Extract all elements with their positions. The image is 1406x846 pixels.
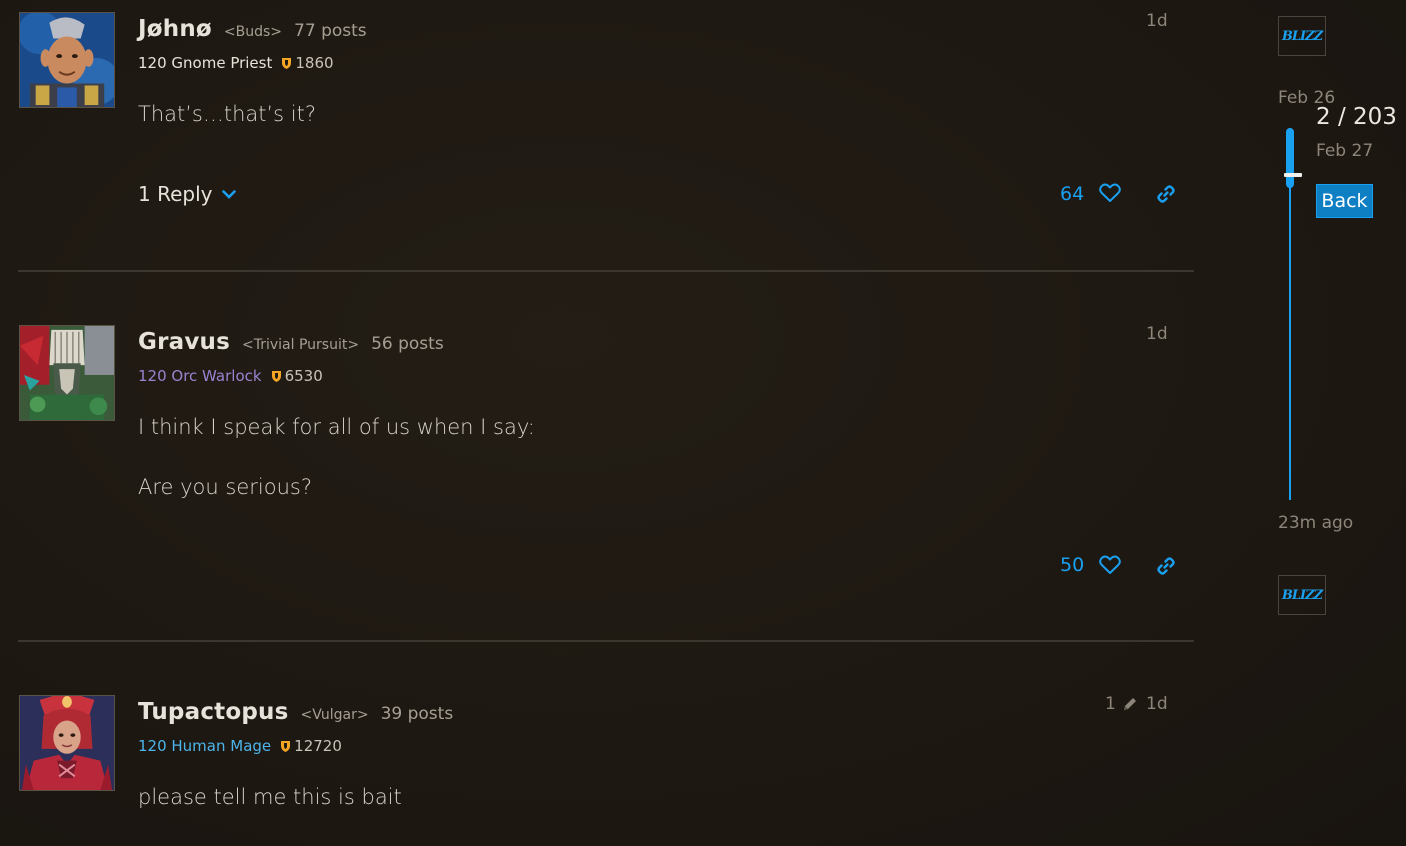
timeline-position-date: Feb 27 bbox=[1316, 141, 1374, 161]
character-info: 120 Human Mage 12720 bbox=[138, 737, 342, 755]
achievement-points: 6530 bbox=[284, 367, 323, 385]
post-divider bbox=[18, 640, 1194, 642]
guild-name: <Buds> bbox=[223, 24, 283, 40]
achievement-points: 12720 bbox=[294, 737, 342, 755]
character-info: 120 Gnome Priest 1860 bbox=[138, 54, 334, 72]
character-info: 120 Orc Warlock 6530 bbox=[138, 367, 323, 385]
post-count: 39 posts bbox=[380, 704, 454, 724]
poster-info: Jøhnø <Buds> 77 posts bbox=[138, 16, 367, 42]
edit-history-button[interactable]: 1 bbox=[1105, 694, 1138, 714]
avatar[interactable] bbox=[19, 695, 115, 791]
poster-info: Gravus <Trivial Pursuit> 56 posts bbox=[138, 329, 444, 355]
logo-text: BLIZZ bbox=[1281, 587, 1323, 603]
timeline-handle-marker bbox=[1284, 173, 1302, 177]
orc-warlock-avatar bbox=[20, 326, 114, 420]
username[interactable]: Jøhnø bbox=[138, 16, 212, 42]
avatar[interactable] bbox=[19, 12, 115, 108]
link-icon[interactable] bbox=[1156, 184, 1176, 204]
show-replies-button[interactable]: 1 Reply bbox=[138, 182, 237, 206]
post-body-line: I think I speak for all of us when I say… bbox=[138, 415, 535, 439]
post-date[interactable]: 1d bbox=[1146, 11, 1168, 31]
shield-icon bbox=[282, 57, 292, 69]
gnome-priest-avatar bbox=[20, 13, 114, 107]
character-class: 120 Orc Warlock bbox=[138, 367, 262, 385]
guild-name: <Trivial Pursuit> bbox=[242, 337, 360, 353]
post-divider bbox=[18, 270, 1194, 272]
post-count: 77 posts bbox=[294, 21, 367, 41]
blizzard-logo[interactable]: BLIZZ bbox=[1278, 16, 1326, 56]
username[interactable]: Tupactopus bbox=[138, 699, 288, 725]
post-body-line: please tell me this is bait bbox=[138, 785, 402, 809]
guild-name: <Vulgar> bbox=[300, 707, 369, 723]
timeline-end-date[interactable]: 23m ago bbox=[1278, 513, 1353, 533]
character-class: 120 Human Mage bbox=[138, 737, 272, 755]
timeline-position: 2 / 203 bbox=[1316, 104, 1397, 130]
username[interactable]: Gravus bbox=[138, 329, 230, 355]
pencil-icon bbox=[1123, 698, 1136, 710]
timeline-handle[interactable] bbox=[1286, 128, 1294, 188]
poster-info: Tupactopus <Vulgar> 39 posts bbox=[138, 699, 453, 725]
avatar[interactable] bbox=[19, 325, 115, 421]
edit-count: 1 bbox=[1105, 694, 1116, 714]
character-class: 120 Gnome Priest bbox=[138, 54, 273, 72]
post-count: 56 posts bbox=[371, 334, 444, 354]
blizzard-logo[interactable]: BLIZZ bbox=[1278, 575, 1326, 615]
achievement-points: 1860 bbox=[295, 54, 334, 72]
heart-icon[interactable] bbox=[1099, 555, 1121, 575]
post-body-line: Are you serious? bbox=[138, 475, 312, 499]
link-icon[interactable] bbox=[1156, 556, 1176, 576]
post-body-line: That’s…that’s it? bbox=[138, 102, 317, 126]
chevron-down-icon bbox=[222, 189, 237, 199]
replies-label: 1 Reply bbox=[138, 182, 213, 206]
human-mage-avatar bbox=[20, 696, 114, 790]
logo-text: BLIZZ bbox=[1281, 28, 1323, 44]
post-date[interactable]: 1d bbox=[1146, 694, 1168, 714]
back-button[interactable]: Back bbox=[1316, 184, 1373, 218]
post-date[interactable]: 1d bbox=[1146, 324, 1168, 344]
like-count[interactable]: 50 bbox=[1060, 554, 1084, 576]
heart-icon[interactable] bbox=[1099, 183, 1121, 203]
like-count[interactable]: 64 bbox=[1060, 183, 1084, 205]
shield-icon bbox=[271, 370, 281, 382]
shield-icon bbox=[281, 740, 291, 752]
